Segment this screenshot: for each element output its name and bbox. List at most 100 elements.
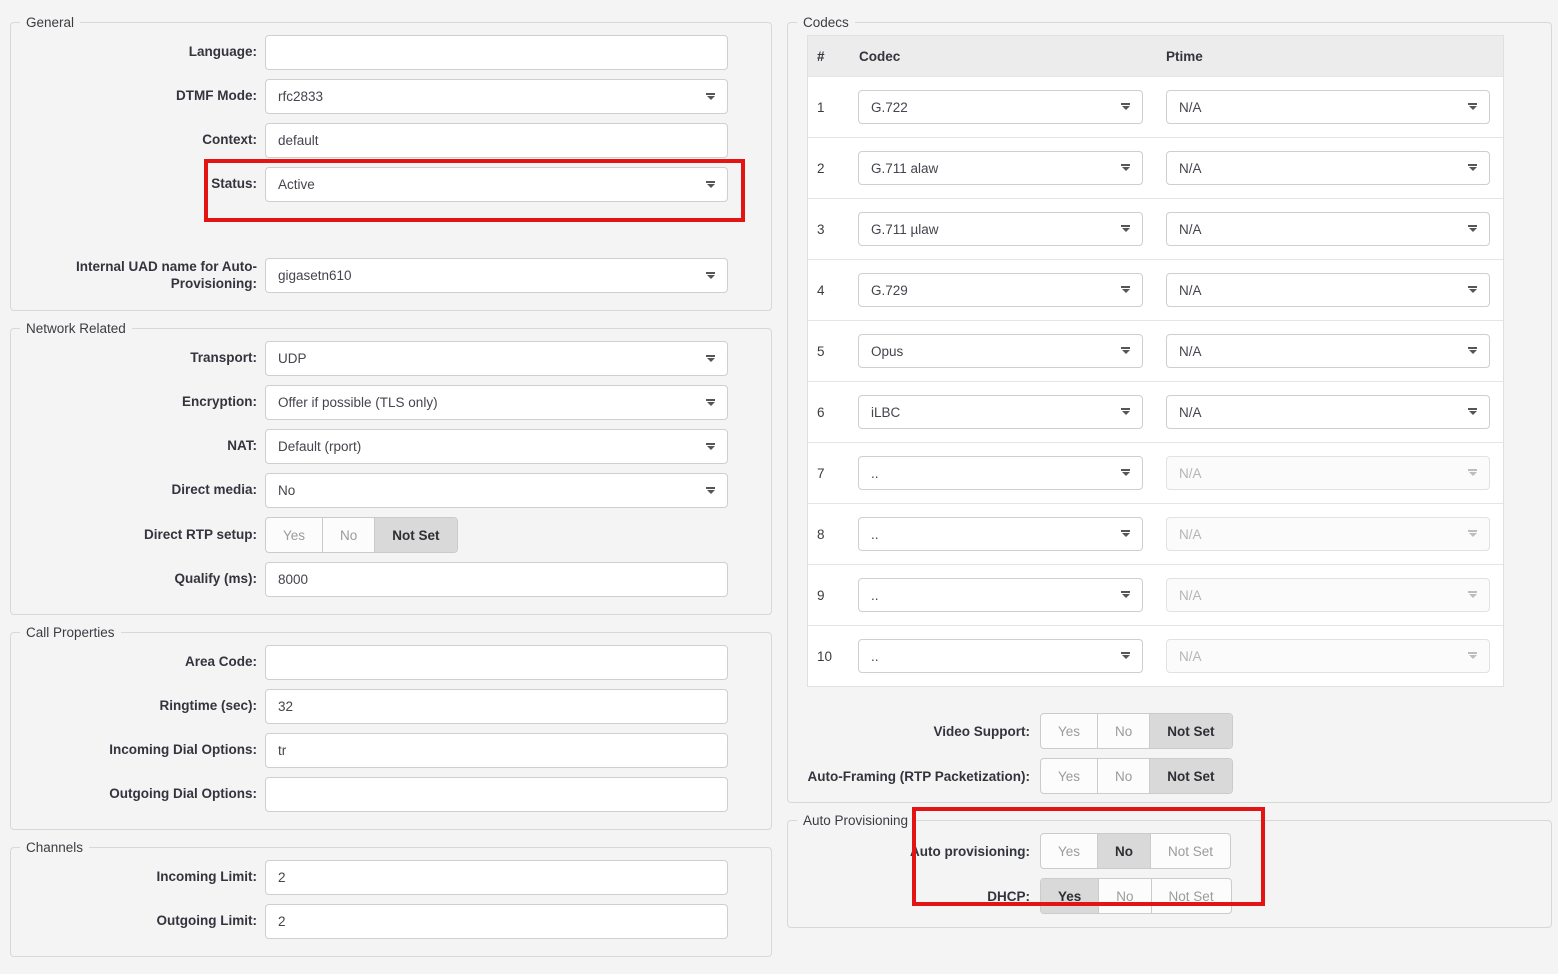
form-row-language: Language:	[30, 35, 752, 70]
codec-row-number: 4	[808, 283, 852, 298]
ptime-select[interactable]: N/A	[1166, 212, 1490, 246]
general-group: General Language: DTMF Mode: rfc2833 Con…	[10, 22, 772, 311]
form-row-nat: NAT: Default (rport)	[30, 429, 752, 464]
direct-rtp-option-no[interactable]: No	[322, 518, 374, 552]
right-column: Codecs # Codec Ptime 1G.722N/A2G.711 ala…	[787, 22, 1552, 945]
direct-rtp-option-yes[interactable]: Yes	[266, 518, 322, 552]
codec-row-number: 3	[808, 222, 852, 237]
codec-select[interactable]: ..	[858, 456, 1143, 490]
outgoing-limit-input[interactable]	[265, 904, 728, 939]
ptime-select[interactable]: N/A	[1166, 151, 1490, 185]
outgoing-dial-options-input[interactable]	[265, 777, 728, 812]
codec-value: ..	[871, 466, 879, 481]
context-input[interactable]	[265, 123, 728, 158]
codec-value: iLBC	[871, 405, 900, 420]
left-column: General Language: DTMF Mode: rfc2833 Con…	[10, 22, 772, 974]
area-code-label: Area Code:	[30, 654, 265, 671]
ptime-select[interactable]: N/A	[1166, 334, 1490, 368]
codec-row-number: 10	[808, 649, 852, 664]
auto-provisioning-option-no[interactable]: No	[1097, 834, 1150, 868]
ringtime-input[interactable]	[265, 689, 728, 724]
header-ptime: Ptime	[1164, 49, 1503, 64]
call-properties-group: Call Properties Area Code: Ringtime (sec…	[10, 632, 772, 830]
codec-select[interactable]: G.722	[858, 90, 1143, 124]
outgoing-limit-label: Outgoing Limit:	[30, 913, 265, 930]
form-row-direct-media: Direct media: No	[30, 473, 752, 508]
codec-select[interactable]: G.729	[858, 273, 1143, 307]
chevron-down-icon	[706, 272, 715, 280]
codec-select[interactable]: ..	[858, 578, 1143, 612]
outgoing-dial-options-label: Outgoing Dial Options:	[30, 786, 265, 803]
chevron-down-icon	[1468, 164, 1477, 172]
network-related-group: Network Related Transport: UDP Encryptio…	[10, 328, 772, 615]
qualify-input[interactable]	[265, 562, 728, 597]
chevron-down-icon	[706, 355, 715, 363]
codec-value: ..	[871, 527, 879, 542]
codec-select[interactable]: ..	[858, 639, 1143, 673]
video-support-option-notset[interactable]: Not Set	[1149, 714, 1231, 748]
form-row-dhcp: DHCP: Yes No Not Set	[807, 878, 1532, 914]
encryption-label: Encryption:	[30, 394, 265, 411]
auto-framing-option-no[interactable]: No	[1097, 759, 1149, 793]
area-code-input[interactable]	[265, 645, 728, 680]
direct-rtp-option-notset[interactable]: Not Set	[374, 518, 456, 552]
codec-select[interactable]: ..	[858, 517, 1143, 551]
ptime-select[interactable]: N/A	[1166, 90, 1490, 124]
codec-select[interactable]: Opus	[858, 334, 1143, 368]
dtmf-mode-select[interactable]: rfc2833	[265, 79, 728, 114]
codec-table-row: 4 G.729 N/A	[808, 259, 1503, 320]
channels-group: Channels Incoming Limit: Outgoing Limit:	[10, 847, 772, 957]
form-row-qualify: Qualify (ms):	[30, 562, 752, 597]
chevron-down-icon	[1121, 225, 1130, 233]
chevron-down-icon	[706, 443, 715, 451]
incoming-dial-options-label: Incoming Dial Options:	[30, 742, 265, 759]
chevron-down-icon	[706, 93, 715, 101]
ptime-value: N/A	[1179, 283, 1202, 298]
form-row-uad-name: Internal UAD name for Auto- Provisioning…	[30, 258, 752, 293]
codec-select[interactable]: G.711 µlaw	[858, 212, 1143, 246]
ptime-select: N/A	[1166, 639, 1490, 673]
auto-framing-option-yes[interactable]: Yes	[1041, 759, 1097, 793]
auto-framing-toggle: Yes No Not Set	[1040, 758, 1233, 794]
video-support-option-yes[interactable]: Yes	[1041, 714, 1097, 748]
group-title-general: General	[20, 14, 80, 31]
chevron-down-icon	[1468, 347, 1477, 355]
group-title-network: Network Related	[20, 320, 132, 337]
codec-value: Opus	[871, 344, 903, 359]
auto-provisioning-option-yes[interactable]: Yes	[1041, 834, 1097, 868]
encryption-select[interactable]: Offer if possible (TLS only)	[265, 385, 728, 420]
ptime-select[interactable]: N/A	[1166, 395, 1490, 429]
auto-framing-option-notset[interactable]: Not Set	[1149, 759, 1231, 793]
transport-select[interactable]: UDP	[265, 341, 728, 376]
codec-value: G.711 alaw	[871, 161, 938, 176]
incoming-dial-options-input[interactable]	[265, 733, 728, 768]
language-input[interactable]	[265, 35, 728, 70]
auto-provisioning-option-notset[interactable]: Not Set	[1150, 834, 1230, 868]
chevron-down-icon	[1121, 286, 1130, 294]
ptime-value: N/A	[1179, 405, 1202, 420]
dhcp-option-notset[interactable]: Not Set	[1151, 879, 1231, 913]
ptime-select[interactable]: N/A	[1166, 273, 1490, 307]
chevron-down-icon	[1121, 469, 1130, 477]
status-select[interactable]: Active	[265, 167, 728, 202]
codec-select[interactable]: iLBC	[858, 395, 1143, 429]
group-title-call-properties: Call Properties	[20, 624, 121, 641]
codec-table-row: 8..N/A	[808, 503, 1503, 564]
ptime-value: N/A	[1179, 100, 1202, 115]
codec-table-row: 3 G.711 µlaw N/A	[808, 198, 1503, 259]
dhcp-option-no[interactable]: No	[1098, 879, 1150, 913]
direct-media-select[interactable]: No	[265, 473, 728, 508]
codec-select[interactable]: G.711 alaw	[858, 151, 1143, 185]
codecs-table-header: # Codec Ptime	[808, 36, 1503, 76]
chevron-down-icon	[1121, 164, 1130, 172]
video-support-option-no[interactable]: No	[1097, 714, 1149, 748]
header-codec: Codec	[852, 49, 1164, 64]
codec-row-number: 8	[808, 527, 852, 542]
dhcp-option-yes[interactable]: Yes	[1041, 879, 1098, 913]
nat-select[interactable]: Default (rport)	[265, 429, 728, 464]
codec-table-row: 9..N/A	[808, 564, 1503, 625]
codec-value: ..	[871, 649, 879, 664]
ptime-value: N/A	[1179, 649, 1202, 664]
uad-name-select[interactable]: gigasetn610	[265, 258, 728, 293]
incoming-limit-input[interactable]	[265, 860, 728, 895]
